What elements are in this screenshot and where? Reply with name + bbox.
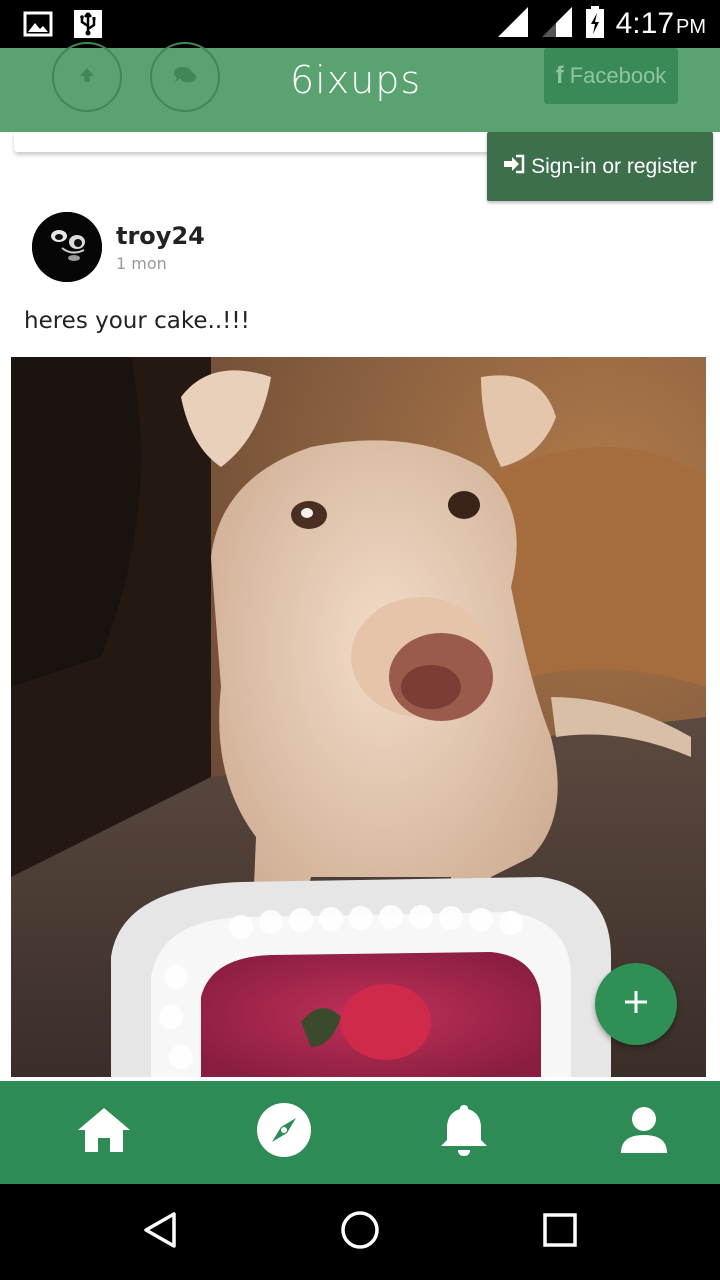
facebook-button[interactable]: f Facebook [544,48,678,104]
recents-button[interactable] [500,1184,620,1280]
clock: 4:17 PM [615,7,706,40]
home-circle-icon [339,1209,381,1256]
add-post-button[interactable] [595,963,677,1045]
arrow-up-icon [77,65,97,90]
nav-notifications[interactable] [374,1081,554,1184]
app-header: 6ixups f Facebook [0,42,720,132]
nav-home[interactable] [14,1081,194,1184]
status-bar: 4:17 PM [0,0,720,48]
home-icon [76,1106,132,1159]
system-nav [0,1184,720,1280]
facebook-icon: f [555,62,564,89]
signal-icon [496,5,530,44]
signal-icon [540,5,574,44]
bottom-nav [0,1081,720,1184]
post-username[interactable]: troy24 [116,222,205,250]
sign-in-icon [503,154,525,180]
image-icon [22,8,54,40]
battery-charging-icon [584,5,606,44]
compass-icon [256,1102,312,1163]
usb-icon [72,8,104,40]
recents-icon [541,1211,579,1254]
chat-icon [173,65,197,90]
post-time: 1 mon [116,254,167,273]
upvote-button[interactable] [52,42,122,112]
bell-icon [439,1102,489,1163]
back-icon [140,1210,180,1255]
avatar[interactable] [32,212,102,282]
comments-button[interactable] [150,42,220,112]
user-icon [619,1105,669,1160]
app-logo[interactable]: 6ixups [290,58,421,102]
home-system-button[interactable] [300,1184,420,1280]
nav-profile[interactable] [554,1081,720,1184]
plus-icon [623,989,649,1020]
post-image[interactable] [11,357,706,1077]
post-caption: heres your cake..!!! [24,308,250,334]
back-button[interactable] [100,1184,220,1280]
nav-explore[interactable] [194,1081,374,1184]
sign-in-button[interactable]: Sign-in or register [487,132,713,201]
